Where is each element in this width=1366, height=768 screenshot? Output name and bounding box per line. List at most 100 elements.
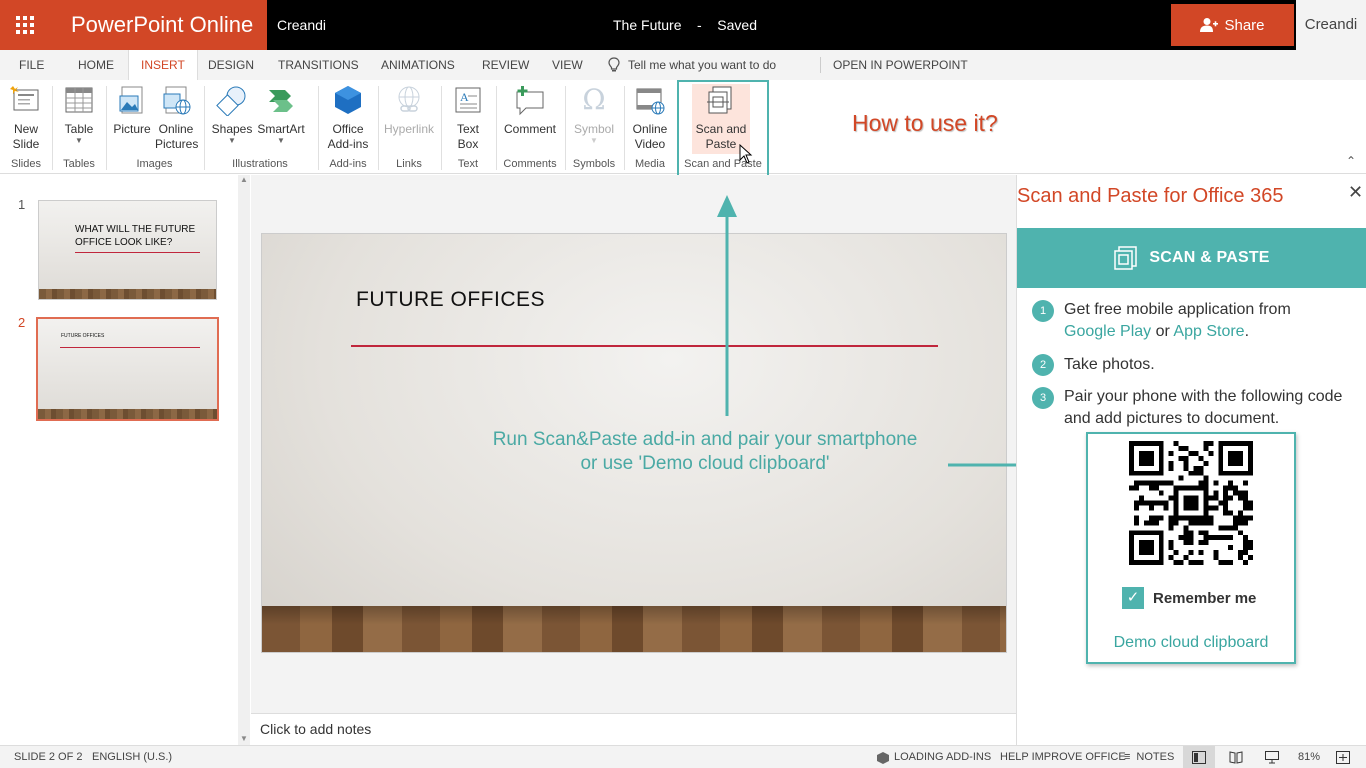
thumbnails-scrollbar[interactable]: ▲ ▼	[238, 175, 250, 745]
scan-paste-banner: SCAN & PASTE	[1017, 228, 1366, 288]
new-slide-label: New Slide	[12, 122, 40, 151]
svg-text:A: A	[460, 90, 469, 104]
language[interactable]: ENGLISH (U.S.)	[92, 746, 172, 768]
thumbnail-divider	[60, 347, 200, 348]
scan-logo-icon	[1114, 246, 1138, 270]
chevron-down-icon: ▼	[590, 136, 598, 145]
group-media: Media	[635, 158, 665, 170]
loading-addins-label: LOADING ADD-INS	[894, 751, 992, 763]
slide-count: SLIDE 2 OF 2	[14, 751, 83, 763]
thumbnail-floor	[38, 409, 217, 419]
text-box-label: Text Box	[456, 122, 479, 151]
task-pane-title: Scan and Paste for Office 365	[1017, 185, 1284, 207]
picture-icon	[116, 84, 148, 116]
step-3-text: Pair your phone with the following code …	[1064, 388, 1343, 427]
share-button[interactable]: Share	[1171, 4, 1294, 46]
scroll-down-icon[interactable]: ▼	[238, 734, 250, 743]
demo-cloud-clipboard-link[interactable]: Demo cloud clipboard	[1086, 634, 1296, 652]
group-scan-paste: Scan and Paste	[684, 158, 762, 170]
tab-file[interactable]: FILE	[19, 50, 44, 80]
checkmark-icon: ✓	[1122, 587, 1144, 609]
remember-me-label: Remember me	[1153, 589, 1257, 607]
tab-home[interactable]: HOME	[78, 50, 114, 80]
online-video-label: Online Video	[632, 122, 668, 151]
app-name[interactable]: PowerPoint Online	[50, 0, 267, 50]
tenant-name[interactable]: Creandi	[277, 0, 326, 50]
fit-icon	[1336, 751, 1350, 764]
group-text: Text	[457, 158, 479, 170]
collapse-ribbon-icon[interactable]: ⌃	[1346, 154, 1356, 168]
scroll-up-icon[interactable]: ▲	[238, 175, 250, 185]
annotation-line-1: Run Scan&Paste add-in and pair your smar…	[492, 429, 918, 450]
new-slide-button[interactable]: New Slide	[6, 84, 46, 152]
help-improve-office-button[interactable]: HELP IMPROVE OFFICE	[1000, 746, 1126, 768]
slide-show-button[interactable]	[1265, 746, 1279, 768]
group-links: Links	[396, 158, 422, 170]
slide-thumbnail-1[interactable]: WHAT WILL THE FUTURE OFFICE LOOK LIKE?	[38, 200, 217, 300]
title-bar: PowerPoint Online Creandi The Future - S…	[0, 0, 1366, 50]
comment-icon	[514, 84, 546, 116]
online-video-button[interactable]: Online Video	[628, 84, 672, 152]
step-number: 1	[1032, 300, 1054, 322]
tab-transitions[interactable]: TRANSITIONS	[278, 50, 359, 80]
slide-thumbnails-pane: 1 WHAT WILL THE FUTURE OFFICE LOOK LIKE?…	[0, 175, 250, 745]
reading-view-button[interactable]	[1229, 746, 1243, 768]
symbol-button[interactable]: Ω Symbol ▼	[570, 84, 618, 145]
app-launcher-button[interactable]	[0, 0, 50, 50]
tab-view[interactable]: VIEW	[552, 50, 583, 80]
tab-insert[interactable]: INSERT	[128, 50, 198, 80]
save-status: Saved	[717, 17, 757, 33]
slide-number: 2	[18, 315, 26, 330]
online-pictures-button[interactable]: Online Pictures	[155, 84, 198, 152]
tab-animations[interactable]: ANIMATIONS	[381, 50, 455, 80]
fit-slide-button[interactable]	[1336, 746, 1350, 768]
video-icon	[634, 84, 666, 116]
slide-floor-image	[262, 606, 1006, 652]
close-icon[interactable]: ✕	[1348, 182, 1363, 203]
smartart-icon	[265, 84, 297, 116]
chevron-down-icon: ▼	[228, 136, 236, 145]
banner-label: SCAN & PASTE	[1149, 249, 1270, 266]
document-title[interactable]: The Future - Saved	[560, 0, 810, 50]
tab-review[interactable]: REVIEW	[482, 50, 529, 80]
smartart-button[interactable]: SmartArt ▼	[255, 84, 307, 145]
shapes-button[interactable]: Shapes ▼	[211, 84, 253, 145]
notes-button[interactable]: ≡ NOTES	[1124, 746, 1174, 768]
addins-icon	[332, 84, 364, 116]
normal-view-icon	[1192, 751, 1206, 764]
shapes-icon	[216, 84, 248, 117]
slide-thumbnail-2[interactable]: FUTURE OFFICES	[36, 317, 219, 421]
new-slide-icon	[10, 84, 42, 116]
app-store-link[interactable]: App Store	[1173, 323, 1244, 340]
scan-icon	[705, 84, 737, 116]
comment-button[interactable]: Comment	[501, 84, 559, 137]
slide-title-divider	[351, 345, 938, 347]
zoom-level[interactable]: 81%	[1298, 746, 1320, 768]
text-box-icon: A	[452, 84, 484, 116]
remember-me-checkbox[interactable]: ✓ Remember me	[1122, 587, 1256, 609]
status-bar: SLIDE 2 OF 2 ENGLISH (U.S.) LOADING ADD-…	[0, 745, 1366, 768]
normal-view-button[interactable]	[1183, 746, 1215, 768]
shapes-label: Shapes	[211, 122, 253, 136]
office-addins-button[interactable]: Office Add-ins	[323, 84, 373, 152]
table-icon	[63, 84, 95, 116]
picture-label: Picture	[113, 122, 151, 136]
picture-button[interactable]: Picture	[111, 84, 153, 137]
tell-me-search[interactable]: Tell me what you want to do	[608, 50, 776, 80]
text-box-button[interactable]: A Text Box	[448, 84, 488, 152]
step-1-end: .	[1244, 323, 1250, 340]
tab-design[interactable]: DESIGN	[208, 50, 254, 80]
hyperlink-label: Hyperlink	[383, 122, 434, 136]
instruction-annotation: Run Scan&Paste add-in and pair your smar…	[440, 428, 970, 476]
notes-input[interactable]: Click to add notes	[251, 713, 1016, 745]
slide-title[interactable]: FUTURE OFFICES	[356, 288, 545, 312]
google-play-link[interactable]: Google Play	[1064, 323, 1151, 340]
document-name: The Future	[613, 17, 682, 33]
open-in-powerpoint-button[interactable]: OPEN IN POWERPOINT	[833, 50, 968, 80]
online-pictures-icon	[160, 84, 192, 116]
title-separator: -	[697, 17, 702, 33]
table-button[interactable]: Table ▼	[58, 84, 100, 145]
hyperlink-button[interactable]: Hyperlink	[382, 84, 436, 137]
ribbon: New Slide Slides Table ▼ Tables Picture …	[0, 80, 1366, 178]
user-account[interactable]: Creandi	[1296, 0, 1366, 50]
